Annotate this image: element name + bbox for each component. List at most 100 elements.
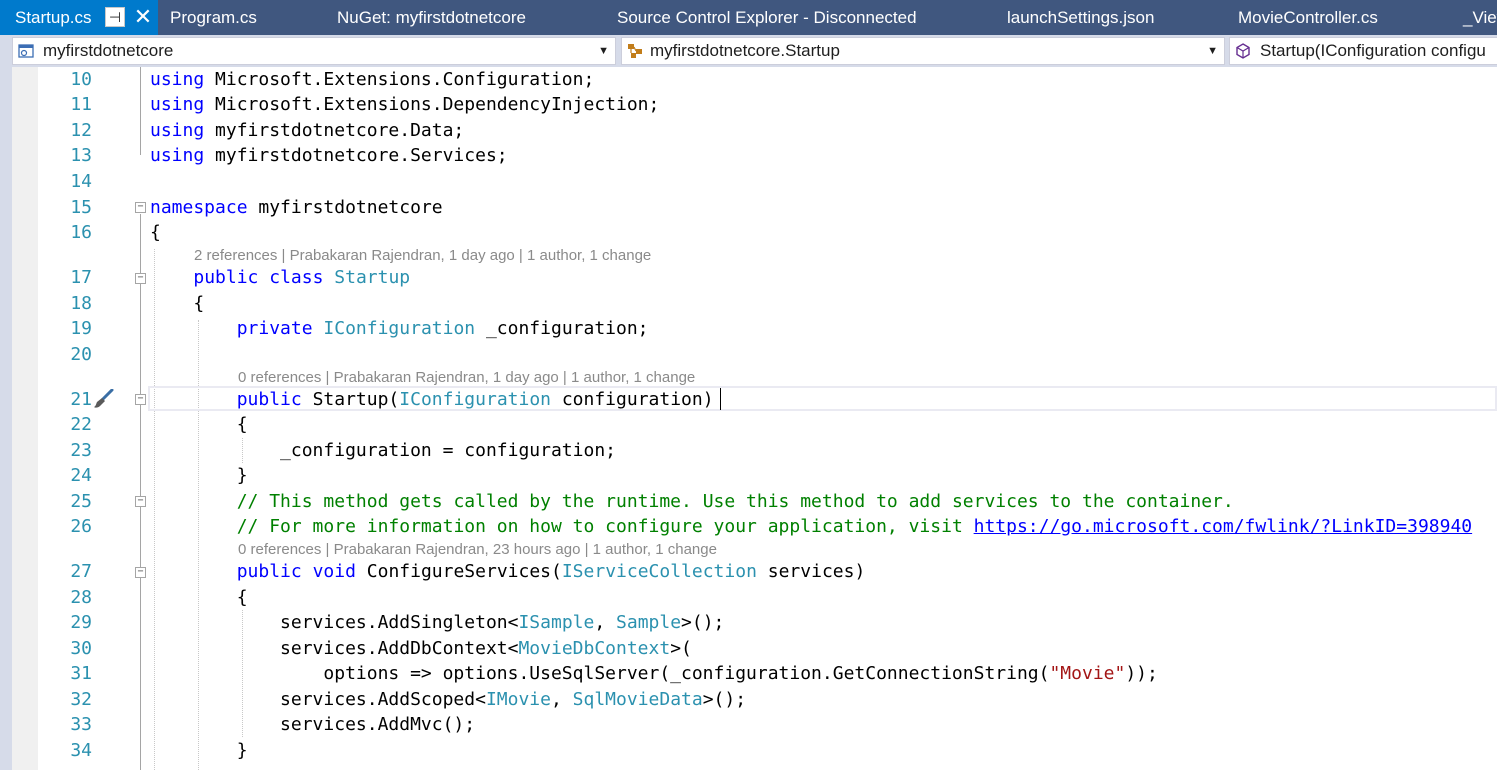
code-token: >(); [681,612,725,633]
pin-tab-icon[interactable]: ⊣ [105,7,125,27]
code-token: { [150,222,161,243]
type-dropdown[interactable]: myfirstdotnetcore.Startup ▼ [621,37,1225,65]
code-token: } [150,740,248,761]
code-token: services.AddScoped< [150,689,486,710]
chevron-down-icon: ▼ [1207,45,1218,57]
tab-label: Startup.cs [15,8,92,27]
code-token: // For more information on how to config… [236,516,974,537]
line-number: 13 [70,145,92,166]
line-number: 24 [70,465,92,486]
code-token: IMovie [485,689,551,710]
document-tab-strip: Startup.cs ⊣ ✕ Program.cs NuGet: myfirst… [0,0,1497,35]
code-line[interactable]: } [150,463,248,488]
code-token: configuration) [551,389,714,410]
code-line[interactable]: { [150,291,204,316]
code-line[interactable]: { [150,220,161,245]
code-token: >(); [702,689,747,710]
codelens-configure-services[interactable]: 0 references | Prabakaran Rajendran, 23 … [238,540,717,560]
code-link[interactable]: https://go.microsoft.com/fwlink/?LinkID=… [974,516,1473,537]
code-token: Microsoft.Extensions.DependencyInjection… [204,94,660,115]
code-line[interactable]: private IConfiguration _configuration; [150,316,649,341]
code-token: SqlMovieData [572,689,703,710]
code-line[interactable]: using Microsoft.Extensions.DependencyInj… [150,92,659,117]
code-token: public [236,389,302,410]
tab-label: NuGet: myfirstdotnetcore [337,8,526,27]
line-number: 23 [70,440,92,461]
text-caret [720,388,721,410]
code-line[interactable]: { [150,585,248,610]
tab-source-control-explorer[interactable]: Source Control Explorer - Disconnected [617,0,917,35]
code-line[interactable]: services.AddMvc(); [150,712,475,737]
code-line[interactable]: services.AddDbContext<MovieDbContext>( [150,636,692,661]
line-number: 31 [70,663,92,684]
line-number: 14 [70,171,92,192]
code-line[interactable]: namespace myfirstdotnetcore [150,195,443,220]
code-token: { [150,293,205,314]
code-token: public [193,267,259,288]
tab-program-cs[interactable]: Program.cs [170,0,257,35]
code-line[interactable]: { [150,412,248,437]
line-number: 12 [70,120,92,141]
code-line[interactable]: using myfirstdotnetcore.Services; [150,143,508,168]
line-number: 17 [70,267,92,288]
tab-movie-controller[interactable]: MovieController.cs [1238,0,1378,35]
collapse-method-icon[interactable]: − [135,567,146,578]
code-line[interactable]: public void ConfigureServices(IServiceCo… [150,559,866,584]
line-number: 29 [70,612,92,633]
line-number: 34 [70,740,92,761]
type-name: myfirstdotnetcore.Startup [650,41,840,60]
tab-launch-settings[interactable]: launchSettings.json [1007,0,1154,35]
collapse-constructor-icon[interactable]: − [135,394,146,405]
tab-startup-cs[interactable]: Startup.cs ⊣ ✕ [0,0,158,35]
indicator-margin[interactable] [12,67,38,770]
line-number: 28 [70,587,92,608]
tab-view[interactable]: _View [1463,0,1497,35]
close-tab-icon[interactable]: ✕ [132,4,154,30]
line-number: 33 [70,714,92,735]
code-token: )); [1125,663,1158,684]
tab-nuget[interactable]: NuGet: myfirstdotnetcore [337,0,526,35]
code-line[interactable]: options => options.UseSqlServer(_configu… [150,661,1158,686]
member-name: Startup(IConfiguration configu [1260,41,1486,60]
code-token: IConfiguration [399,389,551,410]
member-dropdown[interactable]: Startup(IConfiguration configu [1229,37,1497,65]
line-number: 25 [70,491,92,512]
code-line[interactable]: _configuration = configuration; [150,438,616,463]
code-token: ISample [518,612,595,633]
code-token: { [150,414,248,435]
code-line[interactable]: // This method gets called by the runtim… [150,489,1234,514]
codelens-constructor[interactable]: 0 references | Prabakaran Rajendran, 1 d… [238,368,695,388]
line-number: 11 [70,94,92,115]
code-line[interactable]: using Microsoft.Extensions.Configuration… [150,67,594,92]
tab-label: launchSettings.json [1007,8,1155,27]
line-number: 22 [70,414,92,435]
collapse-namespace-icon[interactable]: − [135,202,146,213]
code-editor[interactable]: 10 11 12 13 14 15 16 17 18 19 20 21 22 2… [0,67,1497,770]
code-line[interactable]: } [150,738,248,763]
editor-left-margin [0,67,12,770]
code-line[interactable]: using myfirstdotnetcore.Data; [150,118,464,143]
code-line[interactable]: services.AddScoped<IMovie, SqlMovieData>… [150,687,746,712]
collapse-class-icon[interactable]: − [135,273,146,284]
collapse-comment-icon[interactable]: − [135,496,146,507]
code-line[interactable]: // For more information on how to config… [150,514,1472,539]
line-number: 27 [70,561,92,582]
chevron-down-icon: ▼ [598,45,609,57]
line-number: 19 [70,318,92,339]
code-line[interactable]: public Startup(IConfiguration configurat… [150,387,714,412]
code-token: myfirstdotnetcore.Services; [204,145,508,166]
codelens-class-startup[interactable]: 2 references | Prabakaran Rajendran, 1 d… [194,246,651,266]
code-line[interactable]: services.AddSingleton<ISample, Sample>()… [150,610,724,635]
quick-actions-brush-icon[interactable] [92,389,114,409]
line-number: 20 [70,344,92,365]
code-token: Startup [334,267,411,288]
project-name: myfirstdotnetcore [43,41,174,60]
code-line[interactable]: public class Startup [150,265,410,290]
project-dropdown[interactable]: myfirstdotnetcore ▼ [12,37,616,65]
